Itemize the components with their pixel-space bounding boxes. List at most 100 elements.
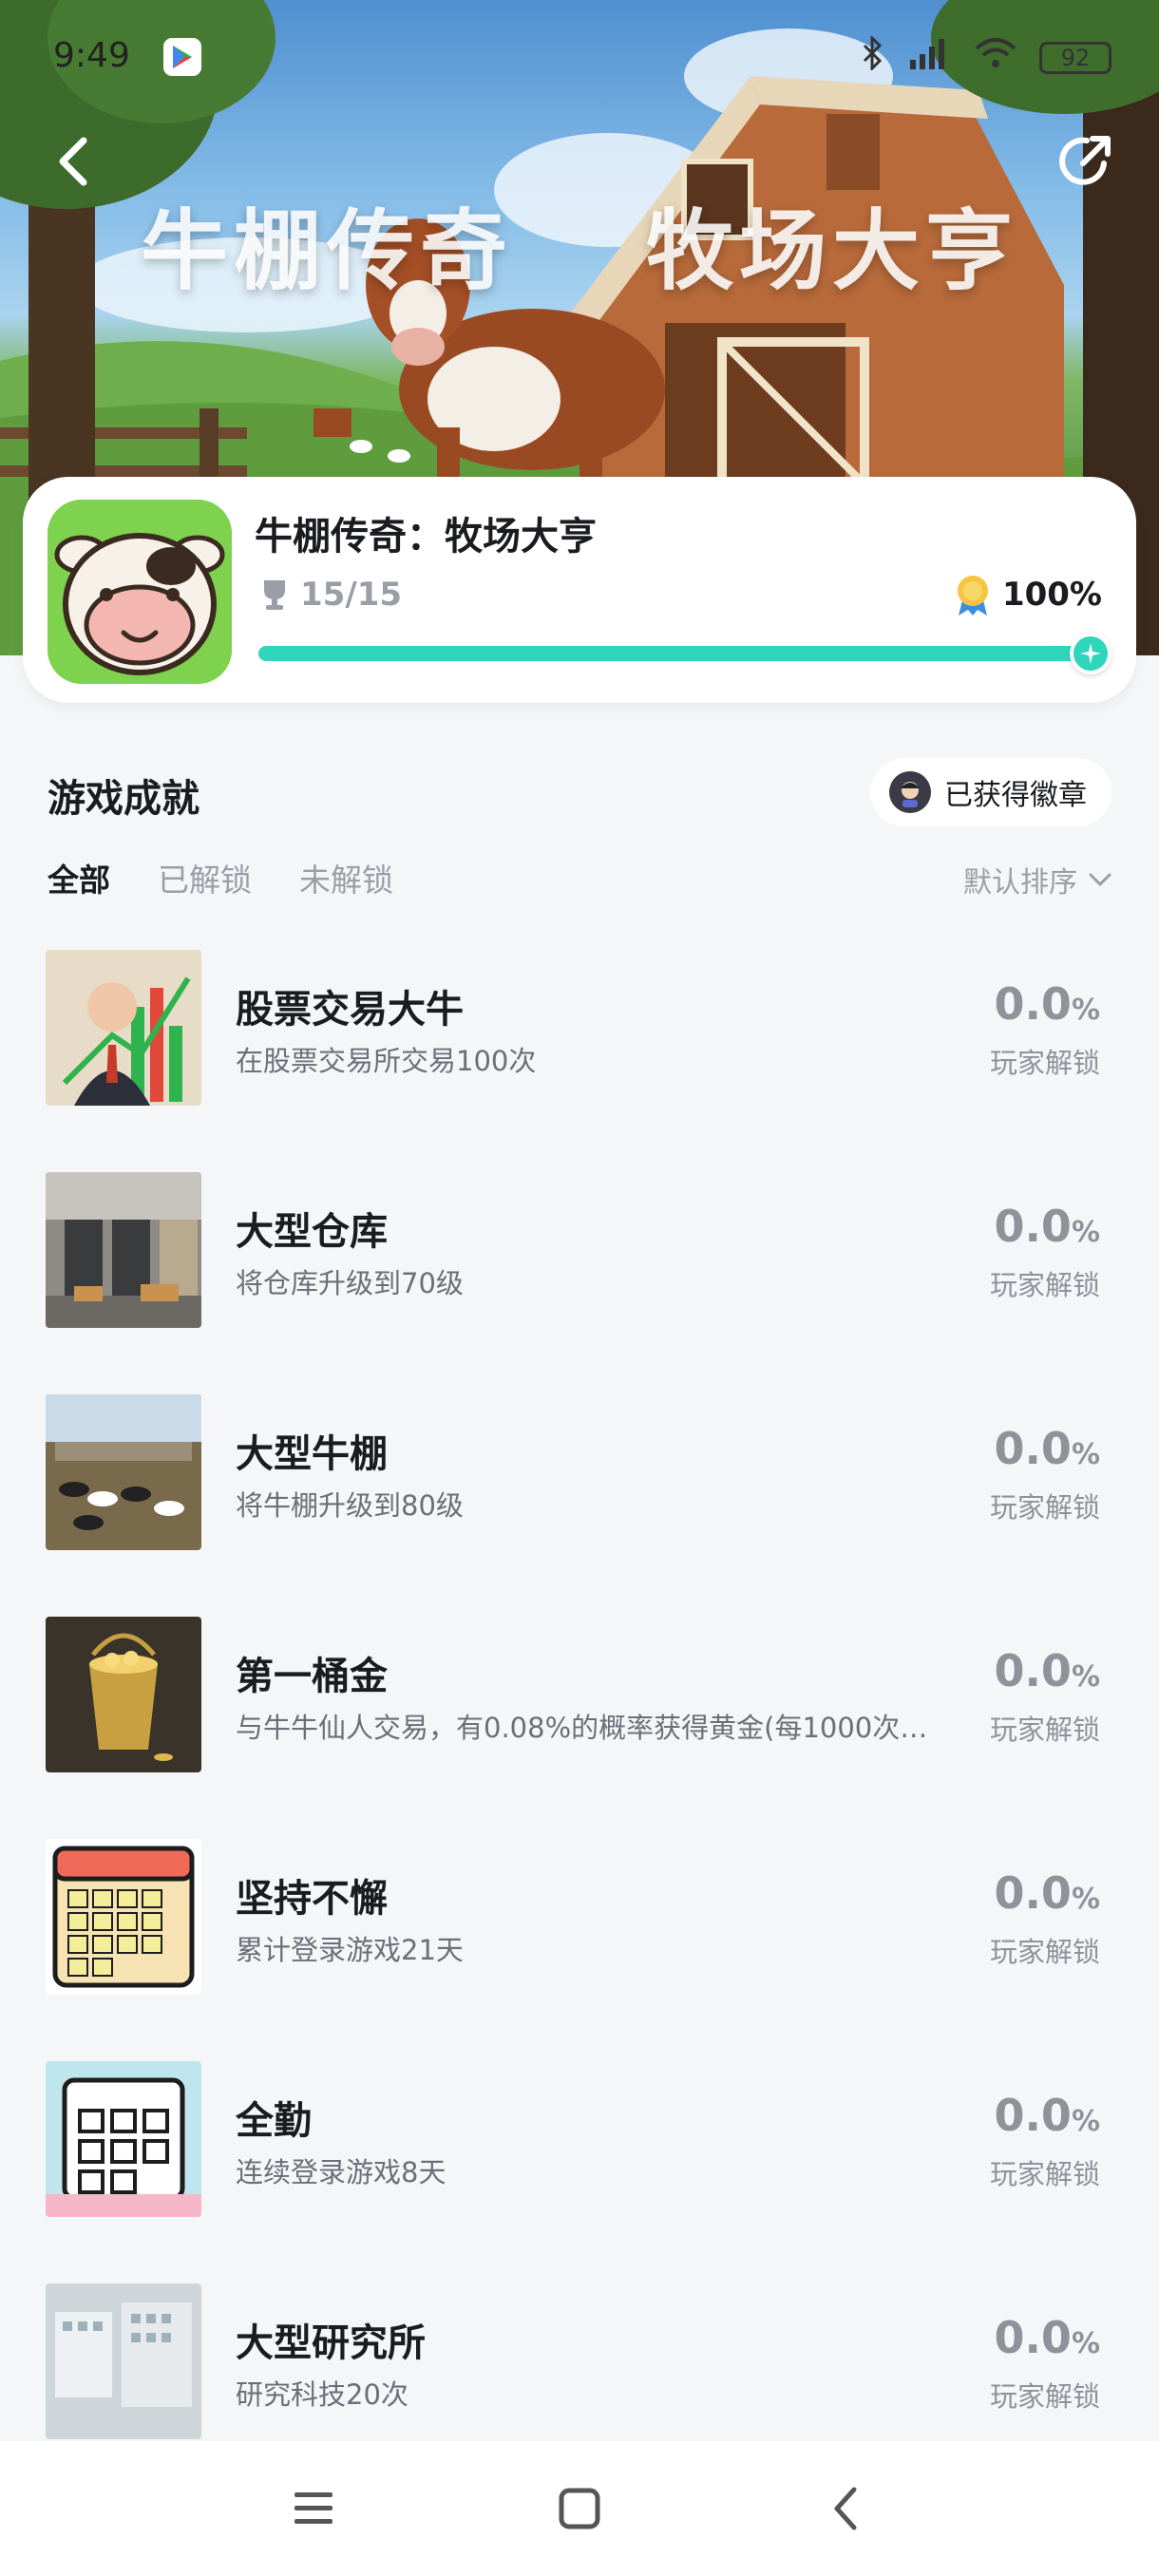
checklist-calendar-thumbnail — [46, 2061, 201, 2217]
unlock-rate-unit: % — [1071, 994, 1100, 1027]
signal-icon — [908, 37, 952, 78]
calendar-thumbnail — [46, 1839, 201, 1995]
achievement-description: 连续登录游戏8天 — [236, 2156, 446, 2188]
achievement-description: 在股票交易所交易100次 — [236, 1045, 537, 1077]
hero-title-left: 牛棚传奇 — [140, 200, 513, 302]
unlock-label: 玩家解锁 — [989, 1269, 1100, 1301]
stock-trader-thumbnail — [46, 950, 201, 1106]
game-name: 牛棚传奇：牧场大亨 — [255, 515, 597, 559]
achievement-title: 坚持不懈 — [236, 1877, 388, 1921]
unlock-label: 玩家解锁 — [989, 1491, 1100, 1524]
trophy-icon — [264, 580, 285, 610]
system-back-button[interactable] — [817, 2480, 874, 2537]
achievement-title: 大型研究所 — [236, 2321, 426, 2365]
unlock-rate-value: 0.0 — [994, 978, 1072, 1030]
achievements-section-title: 游戏成就 — [48, 777, 200, 821]
back-arrow-icon — [59, 137, 87, 186]
unlock-rate-unit: % — [1071, 1216, 1100, 1249]
home-button[interactable] — [551, 2480, 608, 2537]
system-navigation-bar — [0, 2441, 1159, 2576]
achievement-list: 股票交易大牛 在股票交易所交易100次 0.0% 玩家解锁 大型仓库 将仓库升级… — [0, 950, 1159, 2506]
achievement-item[interactable]: 股票交易大牛 在股票交易所交易100次 0.0% 玩家解锁 — [0, 950, 1159, 1172]
badge-avatar-icon — [889, 771, 931, 813]
earned-badges-label: 已获得徽章 — [944, 779, 1087, 812]
status-time: 9:49 — [53, 36, 130, 75]
trophy-count-row: 15/15 — [260, 576, 402, 614]
tab-all[interactable]: 全部 — [48, 855, 110, 900]
back-chevron-icon — [834, 2487, 857, 2530]
sort-label: 默认排序 — [963, 866, 1077, 900]
share-button[interactable] — [1047, 123, 1123, 199]
trophy-count: 15/15 — [300, 576, 403, 614]
unlock-label: 玩家解锁 — [989, 2380, 1100, 2413]
achievement-title: 大型仓库 — [236, 1210, 388, 1254]
hero-title-right: 牧场大亨 — [646, 200, 1019, 302]
research-institute-thumbnail — [46, 2283, 201, 2439]
unlock-rate-unit: % — [1071, 1660, 1100, 1694]
play-store-icon — [163, 38, 201, 76]
achievement-title: 大型牛棚 — [236, 1432, 388, 1476]
unlock-rate: 0.0% — [994, 2090, 1100, 2141]
earned-badges-button[interactable]: 已获得徽章 — [870, 758, 1112, 826]
achievement-item[interactable]: 大型仓库 将仓库升级到70级 0.0% 玩家解锁 — [0, 1172, 1159, 1394]
completion-percent: 100% — [1001, 576, 1102, 614]
achievement-title: 全勤 — [236, 2099, 312, 2143]
achievement-title: 股票交易大牛 — [236, 988, 464, 1032]
hero-title: 牛棚传奇 牧场大亨 — [0, 180, 1159, 307]
achievement-item[interactable]: 大型牛棚 将牛棚升级到80级 0.0% 玩家解锁 — [0, 1394, 1159, 1617]
battery-indicator: 92 — [1039, 41, 1112, 74]
achievement-item[interactable]: 全勤 连续登录游戏8天 0.0% 玩家解锁 — [0, 2061, 1159, 2283]
tab-locked[interactable]: 未解锁 — [299, 855, 393, 900]
achievement-item[interactable]: 第一桶金 与牛牛仙人交易，有0.08%的概率获得黄金(每1000次… 0.0% … — [0, 1617, 1159, 1839]
progress-star-knob — [1070, 633, 1112, 674]
unlock-rate-value: 0.0 — [994, 1201, 1072, 1252]
medal-icon — [957, 576, 988, 616]
tab-unlocked[interactable]: 已解锁 — [158, 855, 252, 900]
achievement-description: 将仓库升级到70级 — [236, 1267, 464, 1299]
menu-button[interactable] — [285, 2480, 342, 2537]
bluetooth-icon — [861, 34, 885, 79]
back-button[interactable] — [34, 123, 110, 199]
game-icon[interactable] — [48, 500, 232, 684]
achievement-description: 累计登录游戏21天 — [236, 1934, 464, 1966]
achievement-progress-bar — [258, 633, 1112, 674]
wifi-icon — [975, 37, 1016, 78]
unlock-rate: 0.0% — [994, 1867, 1100, 1919]
share-icon — [1059, 136, 1111, 185]
completion-row: 100% — [955, 574, 1102, 616]
achievement-description: 研究科技20次 — [236, 2378, 408, 2411]
achievement-title: 第一桶金 — [236, 1655, 388, 1698]
unlock-rate: 0.0% — [994, 2312, 1100, 2363]
unlock-rate: 0.0% — [994, 1201, 1100, 1252]
unlock-rate: 0.0% — [994, 978, 1100, 1030]
warehouse-thumbnail — [46, 1172, 201, 1328]
home-square-icon — [559, 2488, 600, 2529]
unlock-label: 玩家解锁 — [989, 1714, 1100, 1746]
status-bar: 9:49 92 — [0, 28, 1159, 85]
status-icons: 92 — [861, 34, 1112, 79]
unlock-rate-value: 0.0 — [994, 1867, 1072, 1919]
unlock-rate-value: 0.0 — [994, 1423, 1072, 1474]
gold-bucket-thumbnail — [46, 1617, 201, 1772]
unlock-rate-value: 0.0 — [994, 2090, 1072, 2141]
unlock-label: 玩家解锁 — [989, 2158, 1100, 2190]
menu-icon — [294, 2492, 332, 2524]
unlock-rate-unit: % — [1071, 2105, 1100, 2138]
unlock-rate-unit: % — [1071, 1438, 1100, 1471]
unlock-rate-value: 0.0 — [994, 1645, 1072, 1696]
game-info-card: 牛棚传奇：牧场大亨 15/15 100% — [23, 477, 1136, 703]
unlock-label: 玩家解锁 — [989, 1936, 1100, 1968]
unlock-rate: 0.0% — [994, 1645, 1100, 1696]
filter-tabs: 全部 已解锁 未解锁 — [48, 855, 393, 900]
sort-dropdown[interactable]: 默认排序 — [963, 859, 1112, 900]
unlock-rate-unit: % — [1071, 1883, 1100, 1916]
unlock-rate: 0.0% — [994, 1423, 1100, 1474]
achievement-description: 与牛牛仙人交易，有0.08%的概率获得黄金(每1000次… — [236, 1712, 928, 1744]
cow-face-icon — [48, 500, 232, 684]
cow-barn-thumbnail — [46, 1394, 201, 1550]
unlock-label: 玩家解锁 — [989, 1047, 1100, 1079]
achievement-item[interactable]: 坚持不懈 累计登录游戏21天 0.0% 玩家解锁 — [0, 1839, 1159, 2061]
achievement-description: 将牛棚升级到80级 — [236, 1489, 464, 1522]
unlock-rate-unit: % — [1071, 2327, 1100, 2360]
chevron-down-icon — [1089, 873, 1112, 886]
